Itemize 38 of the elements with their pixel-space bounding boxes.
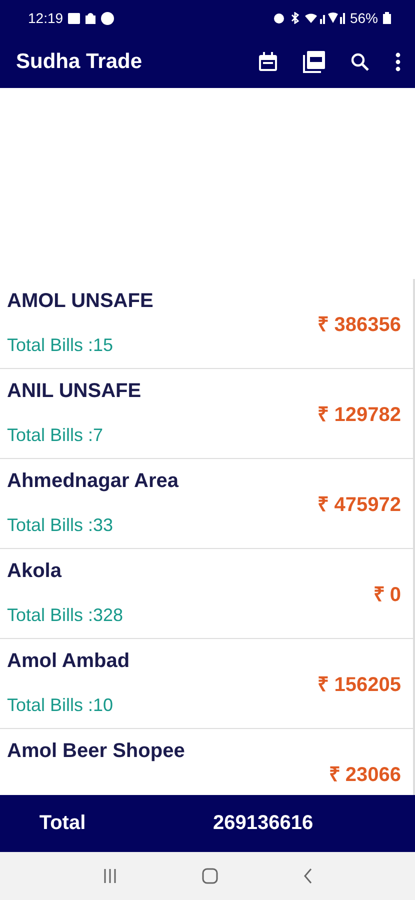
party-name: AMOL UNSAFE [7, 290, 154, 313]
signal-icon [304, 12, 345, 24]
party-name: Amol Beer Shopee [7, 740, 186, 763]
party-row[interactable]: ANIL UNSAFE Total Bills :7 ₹ 129782 [0, 369, 413, 459]
party-name: Amol Ambad [7, 650, 131, 673]
party-row[interactable]: AMOL UNSAFE Total Bills :15 ₹ 386356 [0, 279, 413, 369]
party-amount: ₹ 129782 [318, 403, 401, 427]
party-name: Ahmednagar Area [7, 470, 180, 493]
home-button[interactable] [202, 868, 218, 884]
total-bills: Total Bills :7 [7, 425, 104, 446]
battery-icon [383, 12, 391, 24]
party-row[interactable]: Akola Total Bills :328 ₹ 0 [0, 549, 413, 639]
party-amount: ₹ 475972 [318, 493, 401, 517]
battery-percent: 56% [350, 10, 378, 26]
pdf-button[interactable] [303, 51, 325, 73]
search-button[interactable] [350, 52, 370, 72]
status-time: 12:19 [28, 10, 64, 26]
total-bills: Total Bills :33 [7, 515, 114, 536]
recent-apps-button[interactable] [102, 868, 116, 884]
party-row[interactable]: Amol Ambad Total Bills :10 ₹ 156205 [0, 639, 413, 729]
total-label: Total [39, 812, 86, 835]
party-amount: ₹ 23066 [328, 763, 401, 787]
total-bills: Total Bills :15 [7, 335, 114, 356]
party-amount: ₹ 386356 [318, 313, 401, 337]
total-bills: Total Bills :10 [7, 695, 114, 716]
party-amount: ₹ 0 [373, 583, 401, 607]
app-title: Sudha Trade [16, 50, 144, 74]
party-name: Akola [7, 560, 63, 583]
party-row[interactable]: Ahmednagar Area Total Bills :33 ₹ 475972 [0, 459, 413, 549]
bluetooth-icon [290, 12, 300, 24]
more-button[interactable] [395, 52, 401, 72]
total-bills: Total Bills :328 [7, 605, 124, 626]
bag-icon [85, 12, 96, 24]
total-value: 269136616 [212, 812, 314, 835]
party-amount: ₹ 156205 [318, 673, 401, 697]
back-button[interactable] [302, 868, 312, 884]
party-name: ANIL UNSAFE [7, 380, 142, 403]
calendar-button[interactable] [258, 52, 278, 72]
